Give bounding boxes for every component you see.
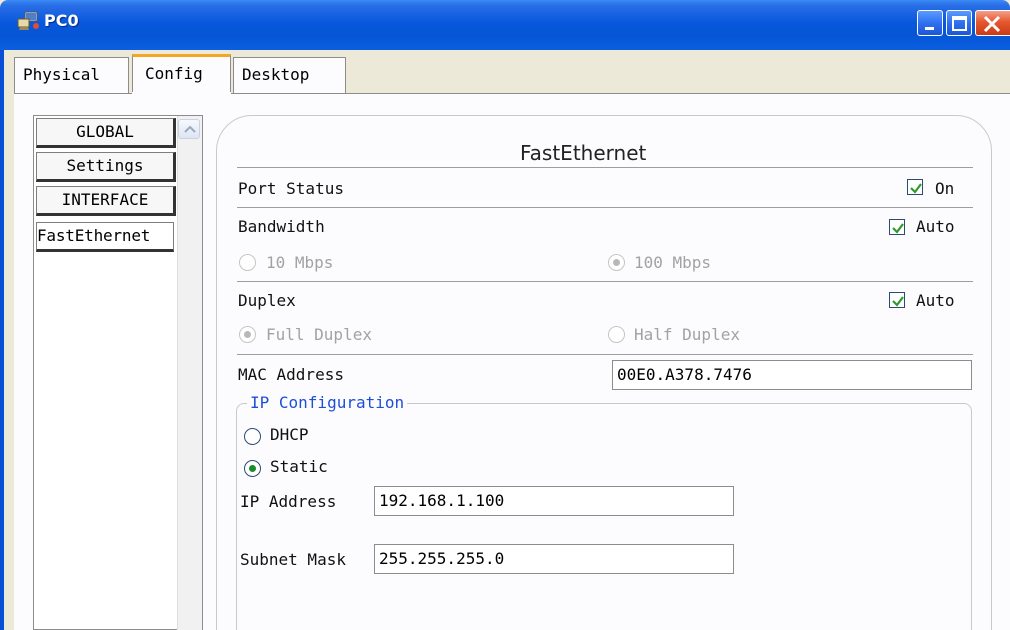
bandwidth-10-label[interactable]: 10 Mbps: [266, 253, 333, 272]
bandwidth-auto-label[interactable]: Auto: [916, 217, 955, 236]
ip-configuration-group: [236, 403, 972, 630]
tab-config-gap: [132, 92, 231, 95]
tab-desktop[interactable]: Desktop: [233, 57, 346, 93]
half-duplex-radio[interactable]: [608, 326, 625, 343]
port-status-on-label[interactable]: On: [935, 179, 954, 198]
sidebar-item-global[interactable]: GLOBAL: [36, 118, 176, 148]
static-radio[interactable]: [244, 460, 261, 477]
ip-address-label: IP Address: [240, 492, 337, 511]
dhcp-label[interactable]: DHCP: [270, 425, 309, 444]
minimize-icon: [925, 27, 934, 30]
radio-selected-dot: [244, 331, 251, 338]
interface-title: FastEthernet: [520, 141, 647, 165]
full-duplex-label[interactable]: Full Duplex: [266, 325, 372, 344]
port-status-label: Port Status: [238, 179, 344, 198]
maximize-button[interactable]: [946, 10, 972, 36]
tab-physical[interactable]: Physical: [14, 57, 129, 93]
maximize-icon: [952, 16, 967, 31]
radio-selected-dot: [249, 465, 256, 472]
divider: [237, 167, 973, 168]
ip-configuration-title: IP Configuration: [247, 393, 408, 412]
title-bar[interactable]: PC0: [0, 0, 1010, 50]
duplex-auto-checkbox[interactable]: [889, 292, 905, 308]
subnet-mask-label: Subnet Mask: [240, 550, 346, 569]
divider: [237, 281, 973, 282]
tab-config[interactable]: Config: [132, 54, 231, 94]
divider: [237, 354, 973, 355]
divider: [237, 207, 973, 208]
checkmark-icon: [892, 223, 904, 234]
bandwidth-100-radio[interactable]: [608, 254, 625, 271]
half-duplex-label[interactable]: Half Duplex: [634, 325, 740, 344]
bandwidth-label: Bandwidth: [238, 217, 325, 236]
static-label[interactable]: Static: [270, 457, 328, 476]
minimize-button[interactable]: [917, 10, 943, 36]
checkmark-icon: [910, 183, 922, 194]
chevron-up-icon: [184, 125, 196, 133]
dhcp-radio[interactable]: [244, 428, 261, 445]
close-icon: [983, 15, 1001, 33]
sidebar-item-interface[interactable]: INTERFACE: [36, 186, 176, 216]
pc-app-icon: [17, 11, 39, 30]
close-button[interactable]: [975, 10, 1010, 36]
subnet-mask-field[interactable]: 255.255.255.0: [374, 544, 734, 574]
window-frame-left: [0, 50, 4, 630]
sidebar-item-settings[interactable]: Settings: [36, 152, 176, 182]
duplex-label: Duplex: [238, 291, 296, 310]
radio-selected-dot: [613, 259, 620, 266]
bandwidth-10-radio[interactable]: [239, 254, 256, 271]
window-title: PC0: [44, 11, 79, 30]
mac-address-field[interactable]: 00E0.A378.7476: [612, 360, 972, 390]
sidebar-scrollbar[interactable]: [177, 116, 202, 630]
port-status-checkbox[interactable]: [907, 179, 923, 195]
ip-address-field[interactable]: 192.168.1.100: [374, 486, 734, 516]
duplex-auto-label[interactable]: Auto: [916, 291, 955, 310]
scroll-up-button[interactable]: [178, 119, 200, 139]
mac-address-label: MAC Address: [238, 365, 344, 384]
full-duplex-radio[interactable]: [239, 326, 256, 343]
bandwidth-auto-checkbox[interactable]: [889, 219, 905, 235]
bandwidth-100-label[interactable]: 100 Mbps: [634, 253, 711, 272]
sidebar-item-fastethernet[interactable]: FastEthernet: [36, 222, 174, 252]
checkmark-icon: [892, 296, 904, 307]
